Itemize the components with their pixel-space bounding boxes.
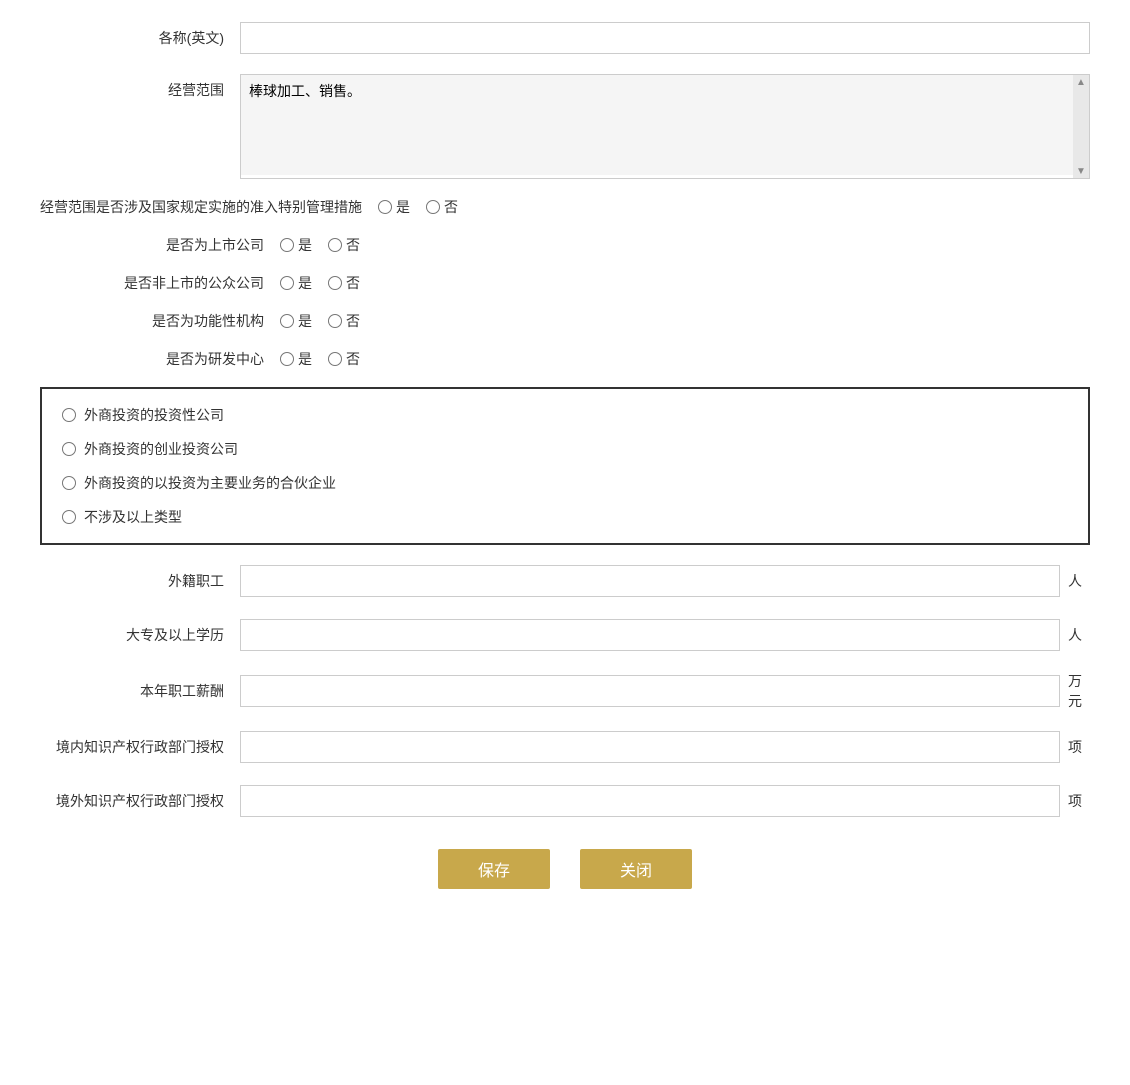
form-container: 各称(英文) 经营范围 棒球加工、销售。 ▲ ▼ 经营范围是否涉及国家规定实施的… <box>40 20 1090 909</box>
listed-row: 是否为上市公司 是 否 <box>40 235 1090 255</box>
rd-center-yes-label[interactable]: 是 <box>298 349 312 369</box>
scroll-up-icon[interactable]: ▲ <box>1076 77 1086 87</box>
functional-org-yes-item[interactable]: 是 <box>280 311 312 331</box>
save-button[interactable]: 保存 <box>438 849 550 889</box>
salary-input-group: 万元 <box>240 671 1090 711</box>
investment-type-item-0[interactable]: 外商投资的投资性公司 <box>62 405 1068 425</box>
domestic-ip-input-group: 项 <box>240 731 1090 763</box>
name-en-row: 各称(英文) <box>40 20 1090 56</box>
investment-type-radio-2[interactable] <box>62 476 76 490</box>
rd-center-yes-radio[interactable] <box>280 352 294 366</box>
special-mgmt-yes-label[interactable]: 是 <box>396 197 410 217</box>
salary-unit: 万元 <box>1060 671 1090 711</box>
domestic-ip-row: 境内知识产权行政部门授权 项 <box>40 729 1090 765</box>
public-unlisted-row: 是否非上市的公众公司 是 否 <box>40 273 1090 293</box>
foreign-ip-input-group: 项 <box>240 785 1090 817</box>
investment-type-label-0[interactable]: 外商投资的投资性公司 <box>84 405 224 425</box>
investment-type-item-2[interactable]: 外商投资的以投资为主要业务的合伙企业 <box>62 473 1068 493</box>
investment-type-radio-3[interactable] <box>62 510 76 524</box>
special-mgmt-no-radio[interactable] <box>426 200 440 214</box>
listed-yes-item[interactable]: 是 <box>280 235 312 255</box>
special-mgmt-radio-group: 是 否 <box>378 197 458 217</box>
public-unlisted-no-label[interactable]: 否 <box>346 273 360 293</box>
foreign-staff-row: 外籍职工 人 <box>40 563 1090 599</box>
domestic-ip-unit: 项 <box>1060 737 1090 757</box>
special-mgmt-no-label[interactable]: 否 <box>444 197 458 217</box>
business-scope-textarea-wrapper: 棒球加工、销售。 ▲ ▼ <box>240 74 1090 179</box>
investment-type-item-3[interactable]: 不涉及以上类型 <box>62 507 1068 527</box>
college-input-group: 人 <box>240 619 1090 651</box>
public-unlisted-no-item[interactable]: 否 <box>328 273 360 293</box>
investment-type-radio-0[interactable] <box>62 408 76 422</box>
button-row: 保存 关闭 <box>40 849 1090 909</box>
investment-type-label-2[interactable]: 外商投资的以投资为主要业务的合伙企业 <box>84 473 336 493</box>
rd-center-no-label[interactable]: 否 <box>346 349 360 369</box>
functional-org-no-label[interactable]: 否 <box>346 311 360 331</box>
functional-org-label: 是否为功能性机构 <box>40 311 280 331</box>
rd-center-yes-item[interactable]: 是 <box>280 349 312 369</box>
functional-org-row: 是否为功能性机构 是 否 <box>40 311 1090 331</box>
special-mgmt-label: 经营范围是否涉及国家规定实施的准入特别管理措施 <box>40 197 378 217</box>
business-scope-textarea[interactable]: 棒球加工、销售。 <box>241 75 1089 175</box>
salary-row: 本年职工薪酬 万元 <box>40 671 1090 711</box>
foreign-staff-input[interactable] <box>240 565 1060 597</box>
college-input[interactable] <box>240 619 1060 651</box>
functional-org-no-item[interactable]: 否 <box>328 311 360 331</box>
public-unlisted-yes-item[interactable]: 是 <box>280 273 312 293</box>
investment-type-label-3[interactable]: 不涉及以上类型 <box>84 507 182 527</box>
rd-center-no-item[interactable]: 否 <box>328 349 360 369</box>
college-unit: 人 <box>1060 625 1090 645</box>
close-button[interactable]: 关闭 <box>580 849 692 889</box>
salary-input[interactable] <box>240 675 1060 707</box>
rd-center-no-radio[interactable] <box>328 352 342 366</box>
listed-no-item[interactable]: 否 <box>328 235 360 255</box>
domestic-ip-label: 境内知识产权行政部门授权 <box>40 737 240 757</box>
business-scope-label: 经营范围 <box>40 74 240 100</box>
scroll-down-icon[interactable]: ▼ <box>1076 166 1086 176</box>
domestic-ip-input[interactable] <box>240 731 1060 763</box>
salary-label: 本年职工薪酬 <box>40 681 240 701</box>
foreign-ip-row: 境外知识产权行政部门授权 项 <box>40 783 1090 819</box>
college-label: 大专及以上学历 <box>40 625 240 645</box>
foreign-staff-input-group: 人 <box>240 565 1090 597</box>
business-scope-row: 经营范围 棒球加工、销售。 ▲ ▼ <box>40 74 1090 179</box>
public-unlisted-no-radio[interactable] <box>328 276 342 290</box>
listed-yes-label[interactable]: 是 <box>298 235 312 255</box>
name-en-label: 各称(英文) <box>40 28 240 48</box>
investment-type-box: 外商投资的投资性公司 外商投资的创业投资公司 外商投资的以投资为主要业务的合伙企… <box>40 387 1090 545</box>
scrollbar-mock: ▲ ▼ <box>1073 75 1089 178</box>
listed-radio-group: 是 否 <box>280 235 360 255</box>
rd-center-label: 是否为研发中心 <box>40 349 280 369</box>
investment-type-item-1[interactable]: 外商投资的创业投资公司 <box>62 439 1068 459</box>
public-unlisted-yes-radio[interactable] <box>280 276 294 290</box>
name-en-input[interactable] <box>240 22 1090 54</box>
foreign-ip-input[interactable] <box>240 785 1060 817</box>
special-mgmt-yes-item[interactable]: 是 <box>378 197 410 217</box>
public-unlisted-label: 是否非上市的公众公司 <box>40 273 280 293</box>
foreign-ip-label: 境外知识产权行政部门授权 <box>40 791 240 811</box>
foreign-ip-unit: 项 <box>1060 791 1090 811</box>
functional-org-no-radio[interactable] <box>328 314 342 328</box>
rd-center-row: 是否为研发中心 是 否 <box>40 349 1090 369</box>
functional-org-radio-group: 是 否 <box>280 311 360 331</box>
college-row: 大专及以上学历 人 <box>40 617 1090 653</box>
listed-label: 是否为上市公司 <box>40 235 280 255</box>
foreign-staff-label: 外籍职工 <box>40 571 240 591</box>
functional-org-yes-radio[interactable] <box>280 314 294 328</box>
investment-type-label-1[interactable]: 外商投资的创业投资公司 <box>84 439 238 459</box>
listed-yes-radio[interactable] <box>280 238 294 252</box>
public-unlisted-yes-label[interactable]: 是 <box>298 273 312 293</box>
special-mgmt-yes-radio[interactable] <box>378 200 392 214</box>
listed-no-label[interactable]: 否 <box>346 235 360 255</box>
public-unlisted-radio-group: 是 否 <box>280 273 360 293</box>
foreign-staff-unit: 人 <box>1060 571 1090 591</box>
special-mgmt-row: 经营范围是否涉及国家规定实施的准入特别管理措施 是 否 <box>40 197 1090 217</box>
listed-no-radio[interactable] <box>328 238 342 252</box>
investment-type-radio-1[interactable] <box>62 442 76 456</box>
special-mgmt-no-item[interactable]: 否 <box>426 197 458 217</box>
rd-center-radio-group: 是 否 <box>280 349 360 369</box>
functional-org-yes-label[interactable]: 是 <box>298 311 312 331</box>
